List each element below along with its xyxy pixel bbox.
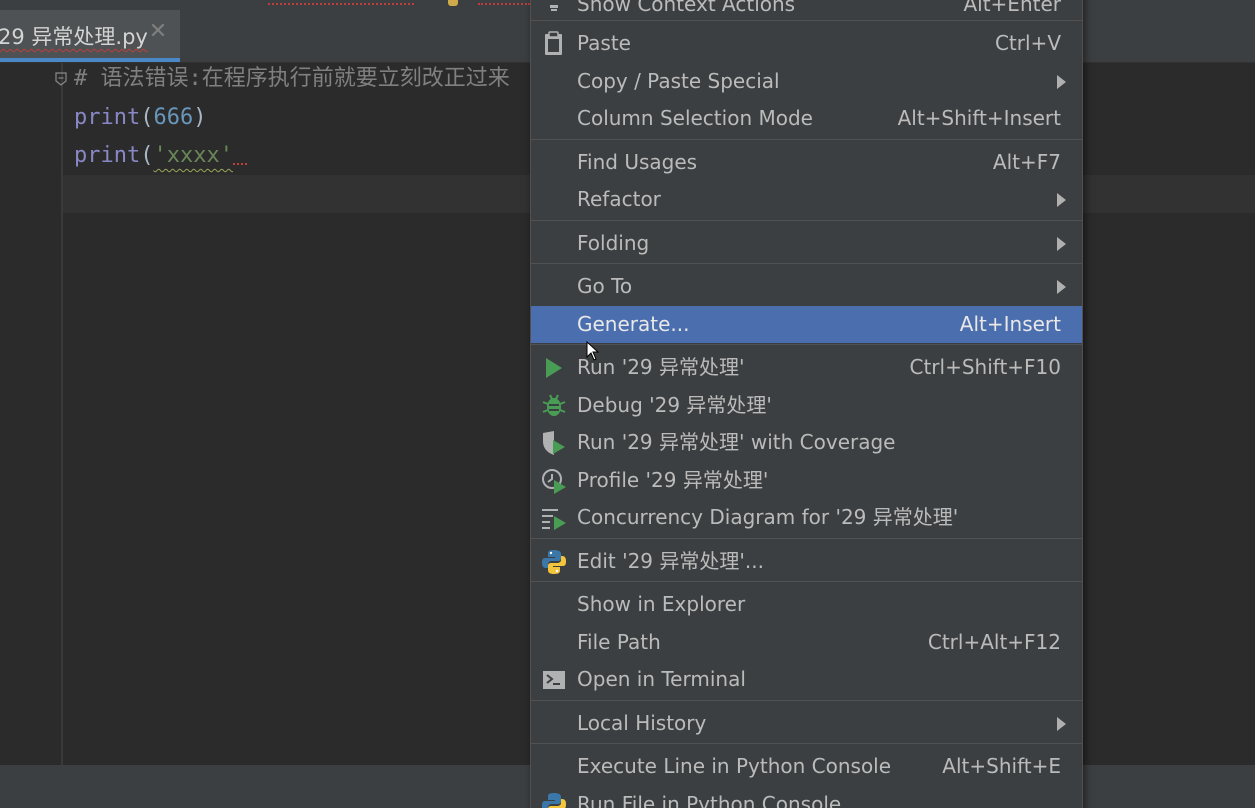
menu-separator [531,743,1082,744]
menu-item-edit-configuration[interactable]: Edit '29 异常处理'... [531,543,1082,580]
menu-item-concurrency-diagram[interactable]: Concurrency Diagram for '29 异常处理' [531,499,1082,536]
menu-item-label: Refactor [577,187,661,211]
editor-context-menu: Show Context Actions Alt+Enter Paste Ctr… [530,0,1083,808]
fold-marker-icon[interactable] [54,71,68,87]
code-paren: ( [140,105,154,130]
menu-item-run-with-coverage[interactable]: Run '29 异常处理' with Coverage [531,424,1082,461]
menu-separator [531,263,1082,264]
debug-bug-icon [542,394,566,416]
menu-item-file-path[interactable]: File Path Ctrl+Alt+F12 [531,624,1082,661]
close-icon[interactable]: ✕ [148,21,168,43]
menu-item-label: Run '29 异常处理' with Coverage [577,430,896,454]
menu-item-label: Local History [577,711,707,735]
menu-item-label: Profile '29 异常处理' [577,468,769,492]
menu-item-label: Column Selection Mode [577,106,813,130]
error-squiggle [478,0,530,5]
code-comment: # 语法错误:在程序执行前就要立刻改正过来 [74,66,510,91]
menu-item-generate[interactable]: Generate... Alt+Insert [531,306,1082,343]
menu-item-find-usages[interactable]: Find Usages Alt+F7 [531,144,1082,181]
menu-item-label: Run File in Python Console [577,792,842,808]
menu-item-run[interactable]: Run '29 异常处理' Ctrl+Shift+F10 [531,349,1082,386]
menu-item-label: Generate... [577,312,690,336]
menu-item-label: Execute Line in Python Console [577,754,892,778]
menu-item-column-selection-mode[interactable]: Column Selection Mode Alt+Shift+Insert [531,100,1082,137]
menu-item-profile[interactable]: Profile '29 异常处理' [531,462,1082,499]
menu-separator [531,700,1082,701]
code-number: 666 [153,105,194,130]
python-logo-icon [542,550,566,574]
python-logo-icon [542,793,566,808]
menu-separator [531,581,1082,582]
code-paren: ) [193,105,207,130]
menu-item-label: Edit '29 异常处理'... [577,549,764,573]
code-string: 'xxxx' [153,143,233,168]
syntax-error-marker [232,137,247,165]
menu-item-label: Copy / Paste Special [577,69,780,93]
menu-separator [531,344,1082,345]
code-line-1[interactable]: # 语法错误:在程序执行前就要立刻改正过来 [74,60,510,98]
menu-item-paste[interactable]: Paste Ctrl+V [531,25,1082,62]
menu-item-label: Debug '29 异常处理' [577,393,772,417]
menu-item-local-history[interactable]: Local History [531,705,1082,742]
menu-item-label: Find Usages [577,150,698,174]
menu-item-shortcut: Alt+Insert [959,312,1061,336]
menu-item-label: Run '29 异常处理' [577,355,745,379]
submenu-arrow-icon [1057,717,1066,731]
run-icon [546,358,562,378]
code-function: print [74,143,141,168]
menu-item-label: Open in Terminal [577,667,746,691]
concurrency-icon [542,509,566,530]
submenu-arrow-icon [1057,193,1066,207]
menu-item-shortcut: Alt+Shift+Insert [897,106,1061,130]
gutter-divider [61,63,63,765]
editor-tab-active[interactable]: 29 异常处理.py ✕ [0,10,180,62]
menu-item-debug[interactable]: Debug '29 异常处理' [531,387,1082,424]
python-file-icon [448,0,458,6]
error-squiggle [268,0,414,5]
terminal-icon [543,671,565,689]
menu-item-go-to[interactable]: Go To [531,268,1082,305]
menu-item-execute-line-in-console[interactable]: Execute Line in Python Console Alt+Shift… [531,748,1082,785]
menu-separator [531,139,1082,140]
code-function: print [74,105,141,130]
menu-item-copy-paste-special[interactable]: Copy / Paste Special [531,63,1082,100]
code-line-2[interactable]: print(666) [74,99,206,137]
ide-window: 29 异常处理.py ✕ # 语法错误:在程序执行前就要立刻改正过来 print… [0,0,1255,808]
menu-item-show-in-explorer[interactable]: Show in Explorer [531,586,1082,623]
menu-item-folding[interactable]: Folding [531,225,1082,262]
menu-item-shortcut: Ctrl+Shift+F10 [909,355,1061,379]
menu-item-shortcut: Ctrl+V [994,31,1061,55]
menu-item-label: Concurrency Diagram for '29 异常处理' [577,505,959,529]
lightbulb-icon [550,5,558,11]
menu-item-label: Go To [577,274,633,298]
submenu-arrow-icon [1057,280,1066,294]
menu-item-label: Paste [577,31,631,55]
tab-file-name[interactable]: 29 异常处理.py [0,21,148,51]
code-line-3[interactable]: print('xxxx' [74,137,247,175]
menu-item-shortcut: Alt+Shift+E [942,754,1061,778]
menu-separator [531,538,1082,539]
menu-item-run-file-in-console[interactable]: Run File in Python Console [531,786,1082,808]
menu-item-label: Folding [577,231,650,255]
menu-item-label: File Path [577,630,661,654]
menu-item-label: Show in Explorer [577,592,746,616]
coverage-icon [543,431,565,455]
clipboard-icon [545,31,562,55]
menu-separator [531,20,1082,21]
menu-item-shortcut: Alt+F7 [992,150,1061,174]
submenu-arrow-icon [1057,75,1066,89]
menu-separator [531,220,1082,221]
code-paren: ( [140,143,154,168]
submenu-arrow-icon [1057,237,1066,251]
profile-icon [542,469,566,494]
menu-item-shortcut: Ctrl+Alt+F12 [927,630,1061,654]
menu-item-refactor[interactable]: Refactor [531,181,1082,218]
mouse-cursor-icon [586,341,600,361]
menu-item-open-in-terminal[interactable]: Open in Terminal [531,661,1082,698]
